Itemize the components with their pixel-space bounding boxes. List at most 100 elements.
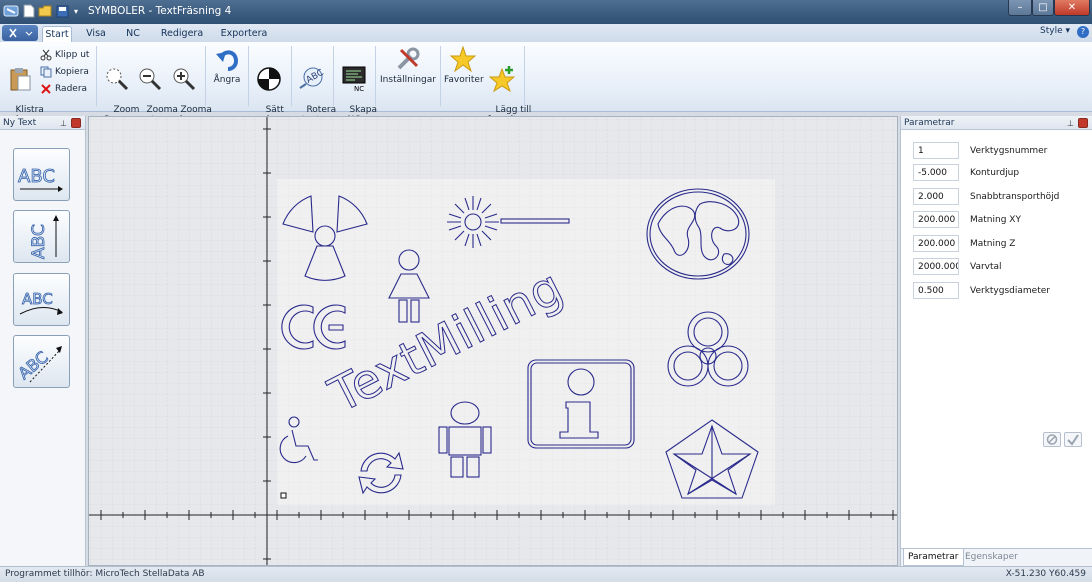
close-panel-icon[interactable] [71, 118, 81, 128]
feed-z-input[interactable] [913, 235, 959, 252]
copy-button[interactable]: Kopiera [40, 65, 89, 79]
minimize-button[interactable]: – [1008, 0, 1032, 16]
save-icon[interactable] [55, 3, 69, 19]
param-label: Snabbtransporthöjd [970, 191, 1060, 202]
tab-nc[interactable]: NC [122, 26, 144, 42]
delete-button[interactable]: Radera [40, 82, 87, 96]
cancel-button[interactable] [1043, 432, 1061, 447]
param-row: Verktygsnummer [913, 142, 1047, 159]
scissors-icon [40, 49, 52, 61]
application-button[interactable] [2, 25, 38, 41]
zoom-out-icon [139, 68, 162, 91]
zoom-fit-icon [106, 68, 129, 91]
settings-button[interactable]: Inställningar [380, 46, 436, 85]
horizontal-text-icon: ABC [18, 166, 63, 192]
ribbon-toolbar: Klistra in Klipp ut Kopiera Radera Zoom … [0, 42, 1092, 125]
tab-exportera[interactable]: Exportera [220, 26, 268, 42]
tab-visa[interactable]: Visa [84, 26, 108, 42]
apply-button[interactable] [1064, 432, 1082, 447]
new-text-panel: Ny Text ⊥ ABC ABC ABC ABC [0, 116, 86, 566]
undo-label: Ångra [213, 75, 241, 85]
tab-start[interactable]: Start [42, 26, 72, 42]
tool-number-input[interactable] [913, 142, 959, 159]
parameters-panel: Parametrar ⊥ Verktygsnummer Konturdjup S… [900, 116, 1092, 566]
quick-access-dropdown-icon[interactable]: ▾ [71, 3, 81, 19]
panel-header: Parametrar ⊥ [901, 116, 1092, 130]
settings-label: Inställningar [380, 75, 436, 85]
star-icon [450, 46, 476, 72]
text-arc-tool[interactable]: ABC [13, 273, 70, 326]
tab-parametrar[interactable]: Parametrar [903, 549, 964, 566]
ribbon-separator [96, 46, 97, 106]
ribbon-separator [291, 46, 292, 106]
delete-label: Radera [55, 84, 88, 94]
nc-badge: NC [354, 85, 364, 92]
panel-tab-bar: Parametrar Egenskaper [901, 548, 1092, 566]
favorites-label: Favoriter [444, 75, 484, 85]
zoom-in-icon [173, 68, 196, 91]
open-folder-icon[interactable] [38, 3, 52, 19]
tab-egenskaper[interactable]: Egenskaper [961, 549, 1022, 566]
param-row: Verktygsdiameter [913, 282, 1050, 299]
pin-icon[interactable]: ⊥ [60, 117, 67, 131]
ribbon-separator [333, 46, 334, 106]
svg-text:ABC: ABC [18, 166, 55, 187]
checkmark-icon [1067, 434, 1079, 446]
ribbon-separator [524, 46, 525, 106]
ribbon-separator [375, 46, 376, 106]
app-menu-icon[interactable] [2, 3, 20, 19]
svg-text:ABC: ABC [29, 224, 49, 259]
param-row: Matning Z [913, 235, 1015, 252]
text-vertical-tool[interactable]: ABC [13, 210, 70, 263]
maximize-button[interactable]: □ [1032, 0, 1054, 16]
parameters-panel-title: Parametrar [904, 118, 955, 128]
origin-icon [257, 67, 281, 91]
param-label: Matning Z [970, 238, 1016, 249]
tool-diameter-input[interactable] [913, 282, 959, 299]
close-panel-icon[interactable] [1078, 118, 1088, 128]
drawing-canvas[interactable]: TextMilling [88, 116, 898, 566]
rapid-height-input[interactable] [913, 188, 959, 205]
panel-header: Ny Text ⊥ [0, 116, 85, 130]
param-row: Matning XY [913, 211, 1021, 228]
origin-marker [280, 492, 287, 499]
contour-depth-input[interactable] [913, 164, 959, 181]
feed-xy-input[interactable] [913, 211, 959, 228]
new-file-icon[interactable] [22, 3, 36, 19]
param-row: Konturdjup [913, 164, 1019, 181]
arc-text-icon: ABC [19, 290, 63, 315]
svg-text:ABC: ABC [14, 347, 51, 383]
copy-label: Kopiera [55, 67, 89, 77]
clipboard-icon [10, 68, 31, 91]
vertical-text-icon: ABC [29, 215, 59, 259]
ribbon-separator [440, 46, 441, 106]
cancel-icon [1046, 434, 1058, 445]
param-label: Konturdjup [970, 167, 1020, 178]
pin-icon[interactable]: ⊥ [1067, 117, 1074, 131]
close-window-button[interactable]: ✕ [1054, 0, 1090, 16]
param-label: Matning XY [970, 214, 1021, 225]
param-label: Verktygsnummer [970, 145, 1048, 156]
tools-icon [397, 47, 420, 70]
tab-redigera[interactable]: Redigera [160, 26, 204, 42]
undo-arrow-icon [216, 50, 239, 71]
svg-text:ABC: ABC [22, 290, 53, 308]
text-angled-tool[interactable]: ABC [13, 335, 70, 388]
cut-button[interactable]: Klipp ut [40, 48, 89, 62]
owner-text: Programmet tillhör: MicroTech StellaData… [5, 569, 205, 579]
text-horizontal-tool[interactable]: ABC [13, 148, 70, 201]
new-text-panel-title: Ny Text [3, 118, 37, 128]
delete-x-icon [41, 84, 51, 94]
title-bar: ▾ SYMBOLER - TextFräsning 4 – □ ✕ [0, 0, 1092, 24]
cut-label: Klipp ut [55, 50, 90, 60]
ribbon-tab-bar: Start Visa NC Redigera Exportera Style ▾… [0, 24, 1092, 42]
ribbon-separator [248, 46, 249, 106]
undo-button[interactable]: Ångra [211, 46, 243, 85]
copy-icon [40, 66, 52, 78]
style-menu[interactable]: Style ▾ [1040, 26, 1070, 36]
help-icon[interactable]: ? [1077, 26, 1089, 38]
favorites-button[interactable]: Favoriter [444, 46, 484, 85]
rotate-text-icon: ABC [299, 67, 324, 89]
window-title: SYMBOLER - TextFräsning 4 [88, 5, 232, 17]
spindle-speed-input[interactable] [913, 258, 959, 275]
